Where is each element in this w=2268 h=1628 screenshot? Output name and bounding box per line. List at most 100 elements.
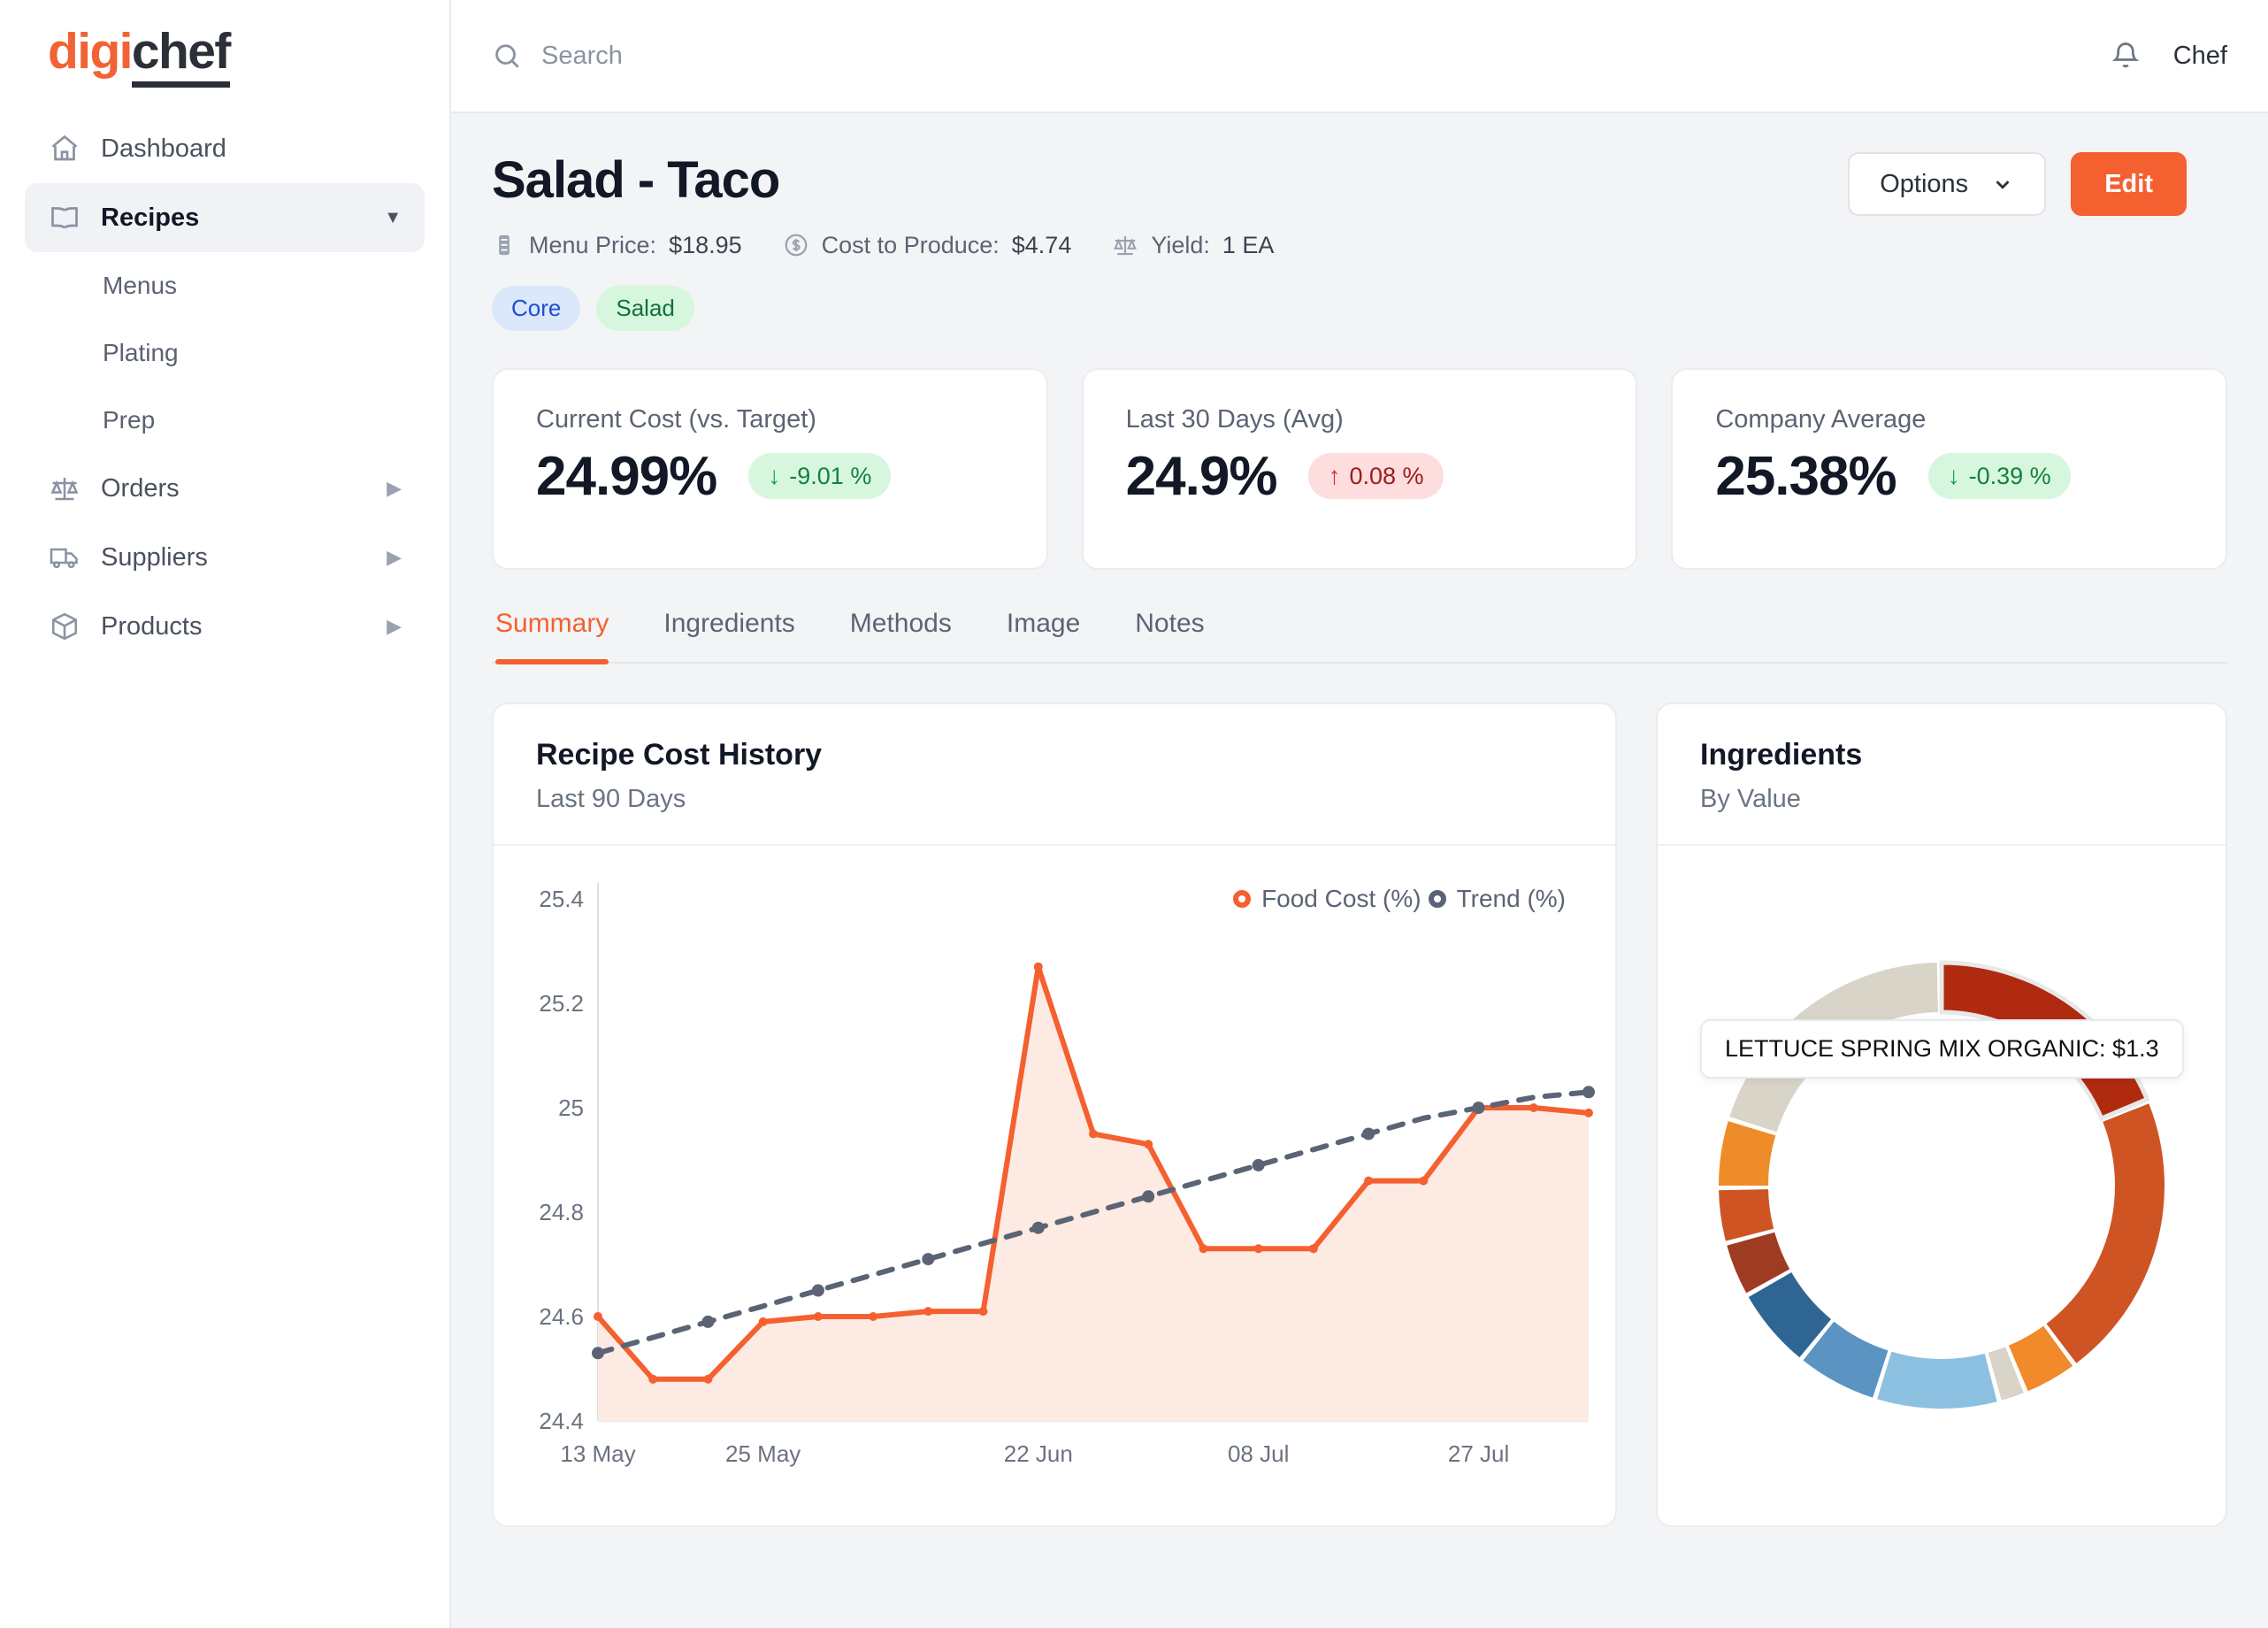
page-content: Salad - Taco Menu Price: $18.95 Cost to bbox=[451, 113, 2268, 1628]
sidebar-item-label: Dashboard bbox=[101, 134, 226, 163]
tag-core[interactable]: Core bbox=[492, 285, 581, 331]
recipe-meta: Menu Price: $18.95 Cost to Produce: $4.7… bbox=[492, 232, 2227, 259]
donut-segment[interactable] bbox=[1719, 1120, 1776, 1186]
meta-label: Yield: bbox=[1151, 231, 1210, 258]
tab-ingredients[interactable]: Ingredients bbox=[663, 609, 794, 662]
card-title: Recipe Cost History bbox=[536, 737, 823, 772]
main-area: Chef Salad - Taco Menu Price: $18.95 bbox=[451, 0, 2268, 1628]
cost-history-line-chart: 24.4 24.6 24.8 25 25.2 25.4 13 May 25 May 22 Jun… bbox=[539, 882, 1595, 1467]
meta-value: $4.74 bbox=[1011, 231, 1072, 258]
svg-text:08 Jul: 08 Jul bbox=[1228, 1440, 1289, 1467]
logo-chef: chef bbox=[131, 23, 231, 88]
arrow-down-icon: ↓ bbox=[768, 462, 781, 490]
search-icon bbox=[492, 41, 522, 71]
tab-summary[interactable]: Summary bbox=[495, 609, 609, 664]
sidebar-item-label: Products bbox=[101, 611, 203, 641]
status-badge-label: -9.01 % bbox=[789, 462, 872, 489]
svg-text:25: 25 bbox=[558, 1094, 584, 1121]
book-icon bbox=[48, 201, 81, 234]
stat-value: 24.9% bbox=[1125, 445, 1278, 507]
tab-image[interactable]: Image bbox=[1007, 609, 1080, 662]
sidebar-item-orders[interactable]: Orders ▶ bbox=[25, 454, 425, 523]
svg-text:27 Jul: 27 Jul bbox=[1448, 1440, 1509, 1467]
chevron-down-icon[interactable]: ▼ bbox=[384, 209, 402, 227]
app-logo[interactable]: digichef bbox=[25, 0, 425, 114]
svg-text:24.8: 24.8 bbox=[539, 1199, 584, 1225]
arrow-down-icon: ↓ bbox=[1947, 462, 1960, 490]
sidebar-item-dashboard[interactable]: Dashboard bbox=[25, 114, 425, 183]
user-name[interactable]: Chef bbox=[2173, 42, 2227, 71]
ingredients-donut-chart bbox=[1719, 960, 2165, 1409]
chevron-right-icon[interactable]: ▶ bbox=[387, 548, 402, 567]
stat-card-current-cost: Current Cost (vs. Target) 24.99% ↓ -9.01… bbox=[492, 367, 1048, 570]
stat-label: Current Cost (vs. Target) bbox=[536, 404, 816, 434]
panels: Recipe Cost History Last 90 Days Food Co… bbox=[492, 702, 2227, 1527]
search-area[interactable] bbox=[492, 41, 2110, 71]
receipt-icon bbox=[492, 233, 517, 257]
status-badge: ↓ -9.01 % bbox=[748, 453, 892, 500]
recipe-cost-history-card: Recipe Cost History Last 90 Days Food Co… bbox=[492, 702, 1617, 1527]
donut-segment[interactable] bbox=[1877, 1351, 1997, 1409]
topbar: Chef bbox=[451, 0, 2268, 113]
meta-value: $18.95 bbox=[669, 231, 742, 258]
arrow-up-icon: ↑ bbox=[1328, 462, 1341, 490]
meta-yield: Yield: 1 EA bbox=[1112, 232, 1274, 259]
sidebar-item-suppliers[interactable]: Suppliers ▶ bbox=[25, 523, 425, 592]
meta-cost-to-produce: Cost to Produce: $4.74 bbox=[783, 231, 1072, 259]
card-header: Recipe Cost History Last 90 Days bbox=[494, 704, 1615, 846]
status-badge: ↓ -0.39 % bbox=[1927, 453, 2071, 500]
bell-icon[interactable] bbox=[2110, 40, 2142, 72]
sidebar: digichef Dashboard Recipes ▼ Menus Plati… bbox=[0, 0, 451, 1628]
donut-segment[interactable] bbox=[1719, 1188, 1774, 1241]
status-badge-label: -0.39 % bbox=[1968, 462, 2051, 489]
stat-value: 25.38% bbox=[1715, 445, 1896, 507]
tab-bar: Summary Ingredients Methods Image Notes bbox=[492, 609, 2227, 664]
chevron-right-icon[interactable]: ▶ bbox=[387, 617, 402, 636]
donut-chart-area: LETTUCE SPRING MIX ORGANIC: $1.3 bbox=[1658, 846, 2226, 1525]
sidebar-item-products[interactable]: Products ▶ bbox=[25, 592, 425, 661]
box-icon bbox=[48, 610, 81, 643]
tab-notes[interactable]: Notes bbox=[1135, 609, 1204, 662]
sidebar-item-menus[interactable]: Menus bbox=[25, 252, 425, 319]
card-subtitle: Last 90 Days bbox=[536, 784, 686, 813]
edit-button[interactable]: Edit bbox=[2071, 152, 2187, 216]
chart-tooltip: LETTUCE SPRING MIX ORGANIC: $1.3 bbox=[1700, 1018, 2184, 1079]
options-button[interactable]: Options bbox=[1848, 152, 2047, 216]
chart-legend: Food Cost (%) Trend (%) bbox=[1233, 885, 1566, 913]
svg-text:25 May: 25 May bbox=[725, 1440, 801, 1467]
line-chart-area: Food Cost (%) Trend (%) 24.4 24.6 24.8 25 25… bbox=[494, 846, 1615, 1525]
status-badge-label: 0.08 % bbox=[1349, 462, 1424, 489]
tab-methods[interactable]: Methods bbox=[850, 609, 952, 662]
sidebar-item-label: Recipes bbox=[101, 203, 200, 232]
svg-text:24.4: 24.4 bbox=[539, 1408, 584, 1434]
app-root: digichef Dashboard Recipes ▼ Menus Plati… bbox=[0, 0, 2268, 1628]
scales-icon bbox=[48, 472, 81, 505]
truck-icon bbox=[48, 541, 81, 574]
legend-item-food-cost[interactable]: Food Cost (%) bbox=[1233, 885, 1421, 913]
chevron-down-icon bbox=[1991, 173, 2014, 196]
tag-salad[interactable]: Salad bbox=[596, 285, 694, 331]
svg-text:25.2: 25.2 bbox=[539, 990, 584, 1017]
chevron-right-icon[interactable]: ▶ bbox=[387, 479, 402, 498]
meta-menu-price: Menu Price: $18.95 bbox=[492, 232, 742, 259]
sidebar-item-plating[interactable]: Plating bbox=[25, 319, 425, 387]
sidebar-item-prep[interactable]: Prep bbox=[25, 387, 425, 454]
sidebar-item-recipes[interactable]: Recipes ▼ bbox=[25, 183, 425, 252]
svg-text:25.4: 25.4 bbox=[539, 886, 584, 912]
meta-value: 1 EA bbox=[1222, 231, 1275, 258]
legend-label: Food Cost (%) bbox=[1261, 884, 1421, 912]
legend-dot-icon bbox=[1233, 889, 1252, 908]
topbar-right: Chef bbox=[2110, 40, 2227, 72]
options-button-label: Options bbox=[1880, 169, 1969, 198]
meta-label: Menu Price: bbox=[529, 231, 657, 258]
legend-item-trend[interactable]: Trend (%) bbox=[1428, 885, 1566, 913]
card-subtitle: By Value bbox=[1700, 784, 1801, 813]
search-input[interactable] bbox=[541, 41, 1001, 71]
page-actions: Options Edit bbox=[1848, 152, 2187, 216]
scales-icon bbox=[1112, 232, 1138, 258]
svg-text:13 May: 13 May bbox=[560, 1440, 635, 1467]
page-header: Salad - Taco Menu Price: $18.95 Cost to bbox=[492, 152, 2227, 331]
card-title: Ingredients bbox=[1700, 737, 1863, 772]
sidebar-item-label: Suppliers bbox=[101, 542, 208, 572]
donut-segment[interactable] bbox=[2046, 1103, 2165, 1363]
